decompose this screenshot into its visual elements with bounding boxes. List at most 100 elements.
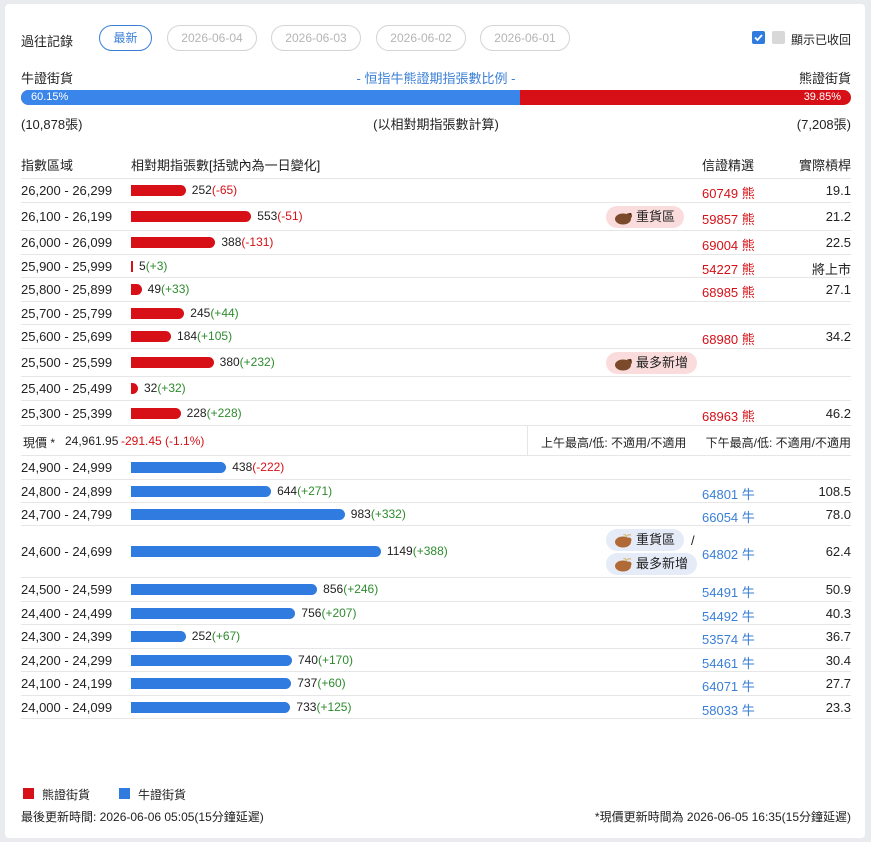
bear-ratio-pct: 39.85% — [803, 91, 841, 103]
daily-change: (+332) — [370, 506, 406, 521]
tab-2026-06-02[interactable]: 2026-06-02 — [376, 25, 466, 51]
contract-value: 388(-131) — [221, 235, 273, 249]
index-range: 24,100 - 24,199 — [21, 676, 113, 691]
effective-gearing: 34.2 — [825, 329, 851, 344]
tag-badge: 重貨區 — [606, 206, 685, 228]
daily-change: (+33) — [161, 282, 190, 296]
contract-count: 1149 — [386, 544, 413, 558]
effective-gearing: 108.5 — [818, 483, 851, 499]
show-recalled-checkbox[interactable] — [752, 31, 765, 44]
contract-count: 380 — [219, 355, 240, 369]
tab-2026-06-01[interactable]: 2026-06-01 — [480, 25, 570, 51]
index-range: 26,100 - 26,199 — [21, 209, 113, 224]
bear-icon — [614, 210, 632, 232]
bull-legend-label: 牛證街貨 — [138, 788, 187, 802]
contract-value: 5(+3) — [139, 259, 167, 273]
history-label: 過往記錄 — [21, 34, 74, 49]
ratio-bar: 60.15% 39.85% — [21, 90, 851, 105]
warrant-code-link[interactable]: 54491 牛 — [702, 582, 755, 601]
warrant-code-link[interactable]: 54492 牛 — [702, 606, 755, 625]
effective-gearing: 46.2 — [825, 405, 851, 421]
warrant-code-link[interactable]: 59857 熊 — [702, 209, 755, 228]
index-range: 25,800 - 25,899 — [21, 282, 113, 297]
warrant-code-link[interactable]: 69004 熊 — [702, 235, 755, 254]
tab-2026-06-04[interactable]: 2026-06-04 — [167, 25, 257, 51]
effective-gearing: 23.3 — [825, 699, 851, 715]
contract-value: 553(-51) — [257, 209, 302, 223]
contract-value: 740(+170) — [298, 653, 353, 667]
tab-2026-06-03[interactable]: 2026-06-03 — [271, 25, 361, 51]
bull-bar — [131, 485, 272, 497]
history-bar: 過往記錄 最新 2026-06-04 2026-06-03 2026-06-02… — [21, 24, 851, 52]
contract-value: 245(+44) — [190, 306, 238, 320]
contract-count: 184 — [177, 329, 198, 343]
badge-label: 最多新增 — [636, 556, 689, 571]
index-range: 24,300 - 24,399 — [21, 629, 113, 644]
bull-legend-swatch — [119, 788, 130, 799]
bear-bar — [131, 307, 185, 319]
daily-change: (-65) — [211, 183, 238, 197]
bear-bar — [131, 260, 133, 272]
contract-count: 644 — [277, 483, 298, 498]
daily-change: (+271) — [297, 483, 333, 498]
pm-high-low: 下午最高/低: 不適用/不適用 — [705, 436, 851, 450]
daily-change: (+388) — [412, 544, 448, 558]
warrant-code-link[interactable]: 68985 熊 — [702, 282, 755, 301]
contract-count: 32 — [143, 381, 158, 395]
daily-change: (+125) — [316, 699, 352, 714]
recalled-checkbox-alt[interactable] — [772, 31, 785, 44]
ratio-header: 牛證街貨 - 恒指牛熊證期指張數比例 - 熊證街貨 — [21, 68, 851, 86]
bull-bar — [131, 631, 186, 642]
contract-value: 644(+271) — [277, 484, 332, 498]
warrant-code-link[interactable]: 60749 熊 — [702, 183, 755, 202]
contract-count: 553 — [257, 209, 278, 223]
contract-value: 438(-222) — [232, 460, 284, 474]
effective-gearing: 40.3 — [825, 605, 851, 621]
bear-bar — [131, 331, 172, 342]
warrant-code-link[interactable]: 64801 牛 — [702, 484, 755, 503]
bear-bar — [131, 237, 216, 248]
tab-latest[interactable]: 最新 — [99, 25, 152, 51]
table-row: 25,800 - 25,899 49(+33) 68985 熊 27.1 — [21, 278, 851, 302]
bear-count: (7,208張) — [796, 117, 851, 132]
table-row: 26,100 - 26,199 553(-51) 重貨區 59857 熊 21.2 — [21, 203, 851, 231]
contract-value: 252(-65) — [192, 183, 237, 197]
badge-label: 重貨區 — [636, 532, 676, 547]
badge-label: 重貨區 — [636, 209, 676, 224]
effective-gearing: 36.7 — [825, 629, 851, 644]
contract-count: 737 — [297, 676, 318, 690]
ratio-title: - 恒指牛熊證期指張數比例 - — [356, 71, 516, 86]
contract-count: 49 — [147, 282, 162, 296]
warrant-code-link[interactable]: 54227 熊 — [702, 259, 755, 278]
index-range: 26,200 - 26,299 — [21, 183, 113, 198]
table-row: 24,200 - 24,299 740(+170) 54461 牛 30.4 — [21, 649, 851, 672]
header-pick: 信證精選 — [702, 158, 755, 173]
warrant-code-link[interactable]: 64802 牛 — [702, 544, 755, 563]
warrant-code-link[interactable]: 64071 牛 — [702, 676, 755, 695]
bear-bar — [131, 407, 181, 419]
warrant-code-link[interactable]: 54461 牛 — [702, 653, 755, 672]
bull-ratio-fill — [21, 90, 521, 105]
warrant-code-link[interactable]: 68963 熊 — [702, 406, 755, 425]
bear-bar — [131, 211, 252, 222]
index-range: 24,800 - 24,899 — [21, 483, 113, 499]
contract-value: 228(+228) — [187, 406, 242, 420]
check-icon — [754, 34, 763, 42]
bear-legend-label: 熊證街貨 — [42, 788, 91, 802]
daily-change: (+207) — [321, 605, 357, 620]
contract-value: 380(+232) — [220, 355, 275, 369]
spot-row: 現價 * 24,961.95 -291.45 (-1.1%) 上午最高/低: 不… — [21, 426, 851, 456]
table-row: 25,300 - 25,399 228(+228) 68963 熊 46.2 — [21, 401, 851, 426]
contract-count: 733 — [296, 699, 317, 714]
tag-badge: 重貨區 — [606, 529, 685, 551]
warrant-code-link[interactable]: 66054 牛 — [702, 507, 755, 526]
warrant-code-link[interactable]: 58033 牛 — [702, 700, 755, 719]
warrant-code-link[interactable]: 53574 牛 — [702, 629, 755, 648]
index-range: 25,700 - 25,799 — [21, 305, 113, 321]
warrant-code-link[interactable]: 68980 熊 — [702, 329, 755, 348]
contract-count: 438 — [232, 460, 253, 474]
contract-count: 756 — [301, 605, 322, 620]
effective-gearing: 27.1 — [825, 282, 851, 297]
daily-change: (+246) — [343, 582, 379, 596]
index-range: 24,900 - 24,999 — [21, 460, 113, 475]
